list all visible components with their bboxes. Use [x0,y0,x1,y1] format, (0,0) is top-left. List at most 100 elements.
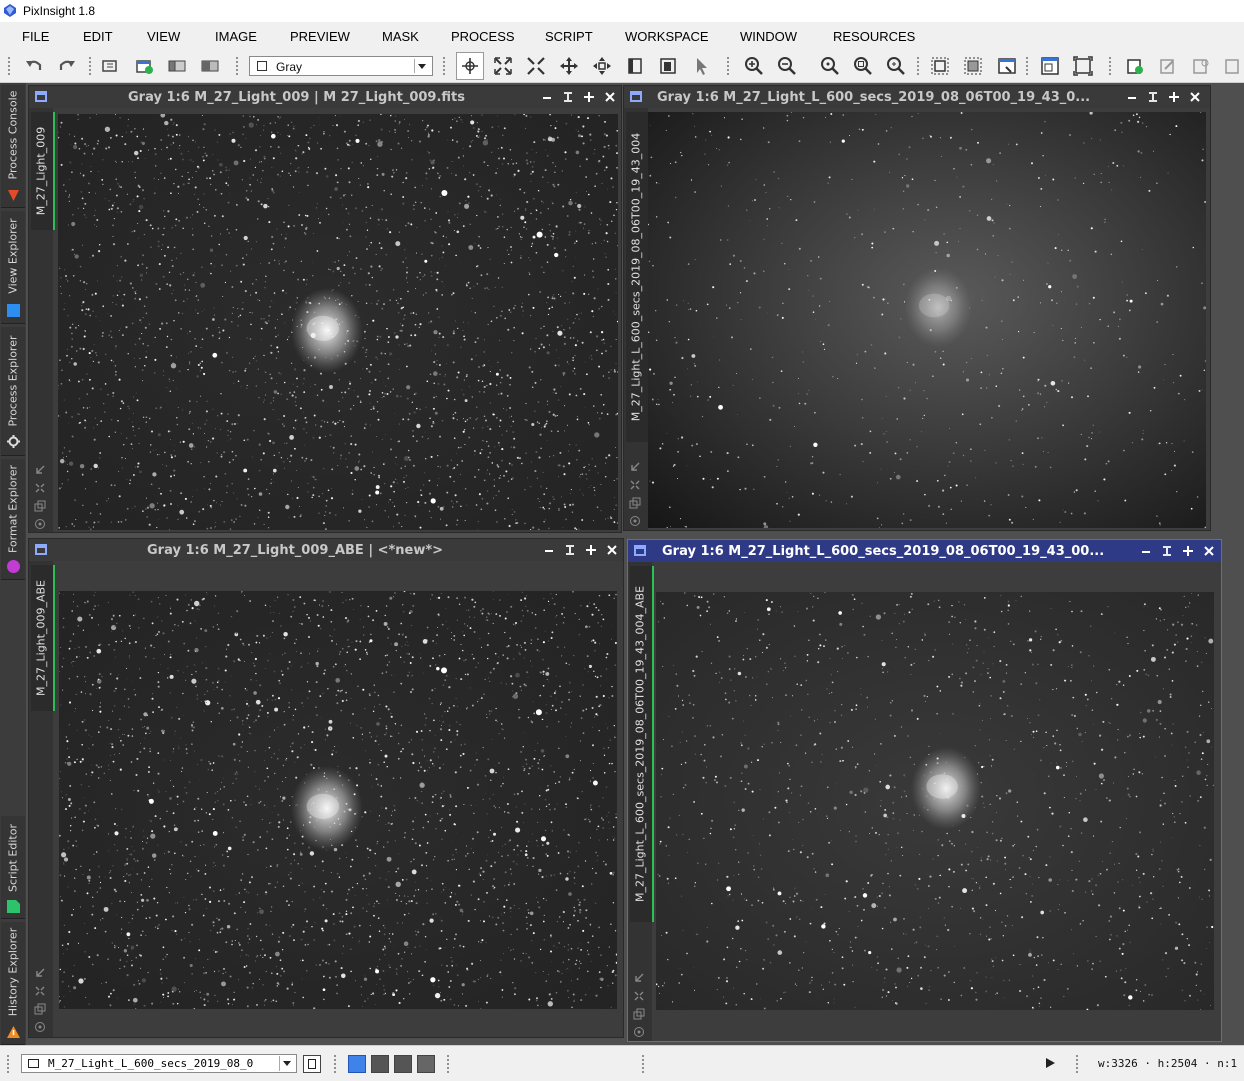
zoom-1-1-icon[interactable] [819,55,841,77]
image-viewport[interactable] [59,591,617,1009]
fit-icon[interactable] [34,985,46,997]
apply-instance-icon[interactable] [1157,55,1179,77]
duplicate-image-icon[interactable] [166,55,188,77]
dock-tab-process-console[interactable]: Process Console [1,85,25,208]
display-channel-button[interactable] [394,1055,412,1073]
minimize-icon[interactable] [1122,89,1143,105]
dock-tab-process-explorer[interactable]: Process Explorer [1,327,25,456]
close-icon[interactable] [600,89,621,105]
zoom-out-icon[interactable] [776,55,798,77]
shade-icon[interactable] [1157,543,1178,559]
display-channel-button[interactable] [371,1055,389,1073]
statusbar-grip[interactable] [333,1054,337,1074]
clone-icon[interactable] [34,500,46,512]
view-id-tab[interactable]: M_27_Light_L_600_secs_2019_08_06T00_19_4… [630,566,654,922]
pan-mode-icon[interactable] [558,55,580,77]
menu-edit[interactable]: EDIT [83,29,113,44]
target-icon[interactable] [633,1026,645,1038]
image-info-icon[interactable] [99,55,121,77]
menu-window[interactable]: WINDOW [740,29,797,44]
menu-image[interactable]: IMAGE [215,29,257,44]
menu-mask[interactable]: MASK [382,29,419,44]
minimize-icon[interactable] [1136,543,1157,559]
menu-preview[interactable]: PREVIEW [290,29,350,44]
window-title-bar[interactable]: Gray 1:6 M_27_Light_009_ABE | <*new*> [29,539,623,561]
close-icon[interactable] [1199,543,1220,559]
statusbar-grip[interactable] [1075,1054,1079,1074]
arrow-down-left-icon[interactable] [34,464,46,476]
maximize-icon[interactable] [579,89,600,105]
dock-tab-format-explorer[interactable]: Format Explorer [1,459,25,580]
reset-instance-icon[interactable] [1190,55,1212,77]
image-viewport[interactable] [58,114,618,530]
zoom-optimal-icon[interactable] [885,55,907,77]
readout-mode-icon[interactable] [456,52,484,80]
pointer-icon[interactable] [690,55,712,77]
image-window[interactable]: Gray 1:6 M_27_Light_009_ABE | <*new*> M_… [28,538,624,1038]
arrow-down-left-icon[interactable] [633,972,645,984]
fit-icon[interactable] [34,482,46,494]
browse-instance-icon[interactable] [1222,55,1244,77]
close-icon[interactable] [1185,89,1206,105]
display-channel-button[interactable] [417,1055,435,1073]
play-icon[interactable] [1044,1057,1056,1069]
color-mode-select[interactable]: Gray [249,56,433,76]
move-icon[interactable] [591,55,613,77]
toolbar-grip[interactable] [1108,56,1112,76]
window-title-bar[interactable]: Gray 1:6 M_27_Light_009 | M 27_Light_009… [29,86,621,108]
fit-icon[interactable] [629,479,641,491]
screen-fit-icon[interactable] [996,55,1018,77]
minimize-icon[interactable] [539,542,560,558]
dock-tab-history-explorer[interactable]: History Explorer [1,922,25,1045]
arrow-down-left-icon[interactable] [629,461,641,473]
view-selector[interactable]: M_27_Light_L_600_secs_2019_08_0 [21,1054,297,1073]
fit-window-icon[interactable] [962,55,984,77]
statusbar-grip[interactable] [6,1054,10,1074]
swap-image-icon[interactable] [199,55,221,77]
view-id-tab[interactable]: M_27_Light_L_600_secs_2019_08_06T00_19_4… [626,112,650,442]
chevron-down-icon[interactable] [279,1056,294,1071]
image-viewport[interactable] [648,112,1206,528]
toolbar-grip[interactable] [916,56,920,76]
menu-file[interactable]: FILE [22,29,49,44]
image-window[interactable]: Gray 1:6 M_27_Light_009 | M 27_Light_009… [28,85,622,533]
target-icon[interactable] [34,518,46,530]
menu-script[interactable]: SCRIPT [545,29,593,44]
zoom-fit-icon[interactable] [852,55,874,77]
shade-icon[interactable] [558,89,579,105]
window-title-bar[interactable]: Gray 1:6 M_27_Light_L_600_secs_2019_08_0… [624,86,1210,108]
view-id-tab[interactable]: M_27_Light_009 [31,112,55,230]
fit-mode-icon[interactable] [525,55,547,77]
fit-view-icon[interactable] [929,55,951,77]
menu-view[interactable]: VIEW [147,29,180,44]
image-window-active[interactable]: Gray 1:6 M_27_Light_L_600_secs_2019_08_0… [627,539,1222,1042]
view-toggle-icon[interactable] [303,1055,321,1073]
maximize-icon[interactable] [1164,89,1185,105]
statusbar-grip[interactable] [446,1054,450,1074]
chevron-down-icon[interactable] [414,59,429,73]
fit-icon[interactable] [633,990,645,1002]
close-icon[interactable] [602,542,623,558]
toolbar-grip[interactable] [1025,56,1029,76]
clone-icon[interactable] [629,497,641,509]
new-image-icon[interactable] [133,55,155,77]
maximize-icon[interactable] [1178,543,1199,559]
undo-icon[interactable] [23,55,45,77]
menu-workspace[interactable]: WORKSPACE [625,29,709,44]
toolbar-grip[interactable] [7,56,11,76]
restore-view-icon[interactable] [1072,55,1094,77]
redo-icon[interactable] [56,55,78,77]
toolbar-grip[interactable] [442,56,446,76]
maximize-view-icon[interactable] [1039,55,1061,77]
zoom-mode-icon[interactable] [492,55,514,77]
target-icon[interactable] [34,1021,46,1033]
toolbar-grip[interactable] [235,56,239,76]
statusbar-grip[interactable] [641,1054,645,1074]
new-preview-icon[interactable] [624,55,646,77]
window-title-bar[interactable]: Gray 1:6 M_27_Light_L_600_secs_2019_08_0… [628,540,1221,562]
maximize-icon[interactable] [581,542,602,558]
toolbar-grip[interactable] [88,56,92,76]
toolbar-grip[interactable] [726,56,730,76]
image-window[interactable]: Gray 1:6 M_27_Light_L_600_secs_2019_08_0… [623,85,1211,531]
target-icon[interactable] [629,515,641,527]
